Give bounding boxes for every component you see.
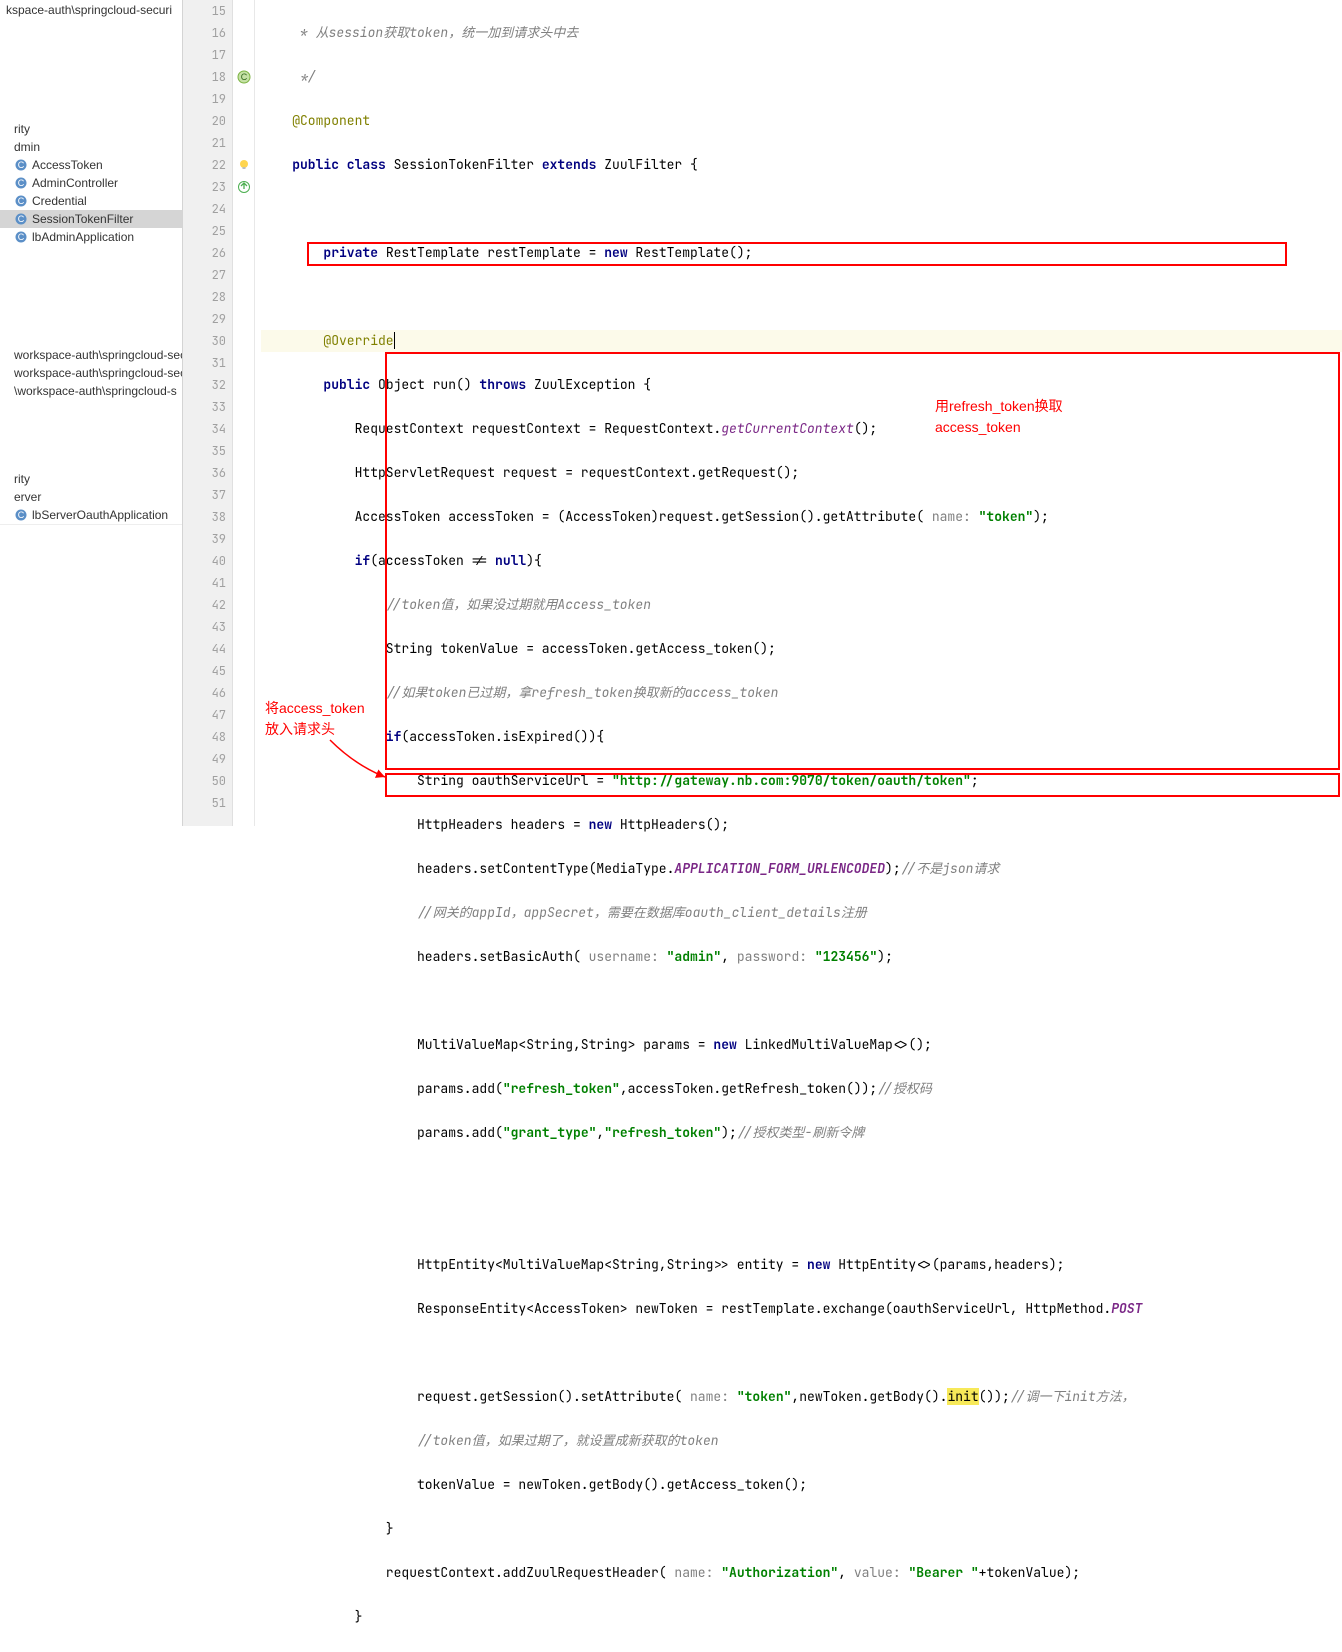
caret-line: @Override [261,332,394,349]
class-icon: C [14,508,28,522]
svg-text:C: C [18,178,25,188]
project-sidebar[interactable]: kspace-auth\springcloud-securi rity dmin… [0,0,183,826]
svg-text:C: C [18,196,25,206]
svg-text:C: C [18,510,25,520]
tree-item[interactable]: rity [0,470,182,488]
class-item[interactable]: CCredential [0,192,182,210]
tree-item[interactable]: dmin [0,138,182,156]
annotation-2: 用refresh_token换取 [935,395,1063,417]
class-item[interactable]: ClbAdminApplication [0,228,182,246]
path-label: kspace-auth\springcloud-securi [0,0,182,20]
class-item[interactable]: ClbServerOauthApplication [0,506,182,524]
class-icon: C [14,176,28,190]
svg-text:C: C [18,214,25,224]
class-item-selected[interactable]: CSessionTokenFilter [0,210,182,228]
svg-text:C: C [18,232,25,242]
svg-text:C: C [18,160,25,170]
app-root: kspace-auth\springcloud-securi rity dmin… [0,0,1342,826]
tree-item[interactable]: rity [0,120,182,138]
class-icon: C [14,230,28,244]
path-label: workspace-auth\springcloud-sec [0,364,182,382]
tree-item[interactable]: erver [0,488,182,506]
class-icon: C [14,212,28,226]
intention-bulb-icon[interactable] [233,154,254,176]
class-icon: C [14,158,28,172]
class-item[interactable]: CAccessToken [0,156,182,174]
override-icon[interactable] [233,176,254,198]
class-gutter-icon[interactable]: C [233,66,254,88]
code-area[interactable]: * 从session获取token，统一加到请求头中去 */ @Componen… [255,0,1342,826]
path-label: \workspace-auth\springcloud-s [0,382,182,400]
icon-gutter: C [233,0,255,826]
line-number-gutter: 1516171819 2021222324 2526272829 3031323… [183,0,233,826]
class-item[interactable]: CAdminController [0,174,182,192]
path-label: workspace-auth\springcloud-sec [0,346,182,364]
code-editor[interactable]: 1516171819 2021222324 2526272829 3031323… [183,0,1342,826]
class-icon: C [14,194,28,208]
svg-text:C: C [240,72,247,82]
